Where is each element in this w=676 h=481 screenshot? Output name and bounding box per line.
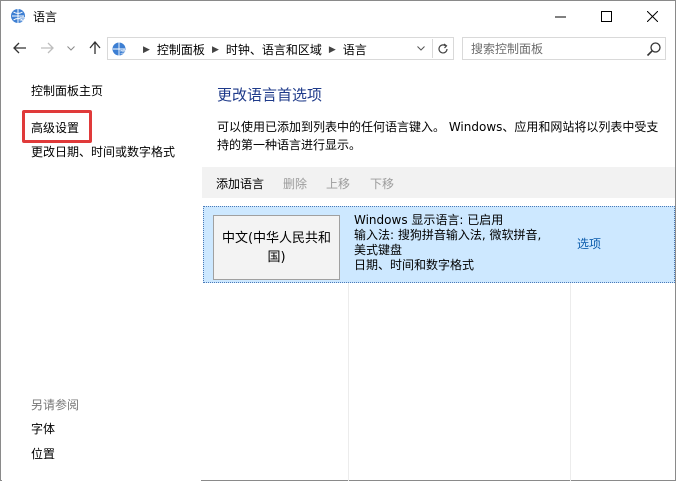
- close-button[interactable]: [629, 1, 675, 32]
- refresh-button[interactable]: [432, 39, 452, 58]
- close-icon: [646, 11, 658, 22]
- move-down-button[interactable]: 下移: [370, 175, 394, 192]
- svg-text:字: 字: [120, 48, 128, 58]
- move-up-button[interactable]: 上移: [326, 175, 350, 192]
- search-box[interactable]: [462, 37, 666, 60]
- chevron-down-icon: [67, 45, 75, 51]
- address-dropdown-button[interactable]: [414, 41, 428, 56]
- search-input[interactable]: [463, 38, 643, 59]
- input-methods-continued: 美式键盘: [354, 243, 403, 257]
- page-description: 可以使用已添加到列表中的任何语言键入。 Windows、应用和网站将以列表中受支…: [217, 120, 659, 152]
- breadcrumb-separator-icon: ▶: [328, 44, 336, 55]
- language-list-item[interactable]: 中文(中华人民共和国) Windows 显示语言: 已启用 输入法: 搜狗拼音输…: [203, 206, 675, 283]
- language-tile[interactable]: 中文(中华人民共和国): [213, 215, 340, 280]
- page-title: 更改语言首选项: [217, 86, 323, 104]
- breadcrumb-separator-icon: ▶: [211, 44, 219, 55]
- display-language-status: Windows 显示语言: 已启用: [354, 213, 504, 227]
- recent-locations-button[interactable]: [64, 38, 78, 58]
- window-title: 语言: [33, 10, 58, 24]
- minimize-button[interactable]: [537, 1, 583, 32]
- refresh-icon: [437, 43, 448, 53]
- remove-language-button[interactable]: 删除: [283, 175, 307, 192]
- main-content: 更改语言首选项 可以使用已添加到列表中的任何语言键入。 Windows、应用和网…: [201, 65, 675, 481]
- svg-text:字: 字: [19, 15, 27, 25]
- language-app-icon: 字: [11, 9, 27, 25]
- left-navigation-pane: 控制面板主页 高级设置 更改日期、时间或数字格式 另请参阅 字体 位置: [2, 65, 201, 481]
- back-button[interactable]: [10, 38, 30, 58]
- language-toolbar: 添加语言 删除 上移 下移: [202, 167, 675, 198]
- title-bar: 字 语言: [1, 1, 675, 32]
- language-window: 字 语言 字 ▶ 控制面板 ▶ 时钟、语言和区域 ▶ 语言 搜索控制面板 控制面…: [0, 0, 676, 481]
- location-link[interactable]: 位置: [31, 445, 55, 462]
- date-time-format: 日期、时间和数字格式: [354, 258, 475, 272]
- fonts-link[interactable]: 字体: [31, 420, 55, 437]
- language-name: 中文(中华人民共和国): [221, 230, 332, 265]
- minimize-icon: [554, 16, 566, 18]
- search-icon[interactable]: [646, 41, 662, 57]
- language-location-icon: 字: [112, 42, 128, 58]
- arrow-up-icon: [89, 41, 101, 54]
- breadcrumb-control-panel[interactable]: 控制面板: [157, 41, 205, 58]
- advanced-settings-link[interactable]: 高级设置: [31, 119, 79, 136]
- maximize-button[interactable]: [583, 1, 629, 32]
- breadcrumb-clock-language-region[interactable]: 时钟、语言和区域: [226, 41, 322, 58]
- breadcrumb-separator-icon: ▶: [143, 44, 150, 55]
- maximize-icon: [600, 11, 612, 22]
- address-bar[interactable]: 字 ▶ 控制面板 ▶ 时钟、语言和区域 ▶ 语言: [107, 37, 454, 60]
- language-options-link[interactable]: 选项: [577, 235, 601, 252]
- arrow-left-icon: [13, 42, 26, 54]
- add-language-button[interactable]: 添加语言: [216, 175, 264, 192]
- navigation-bar: 字 ▶ 控制面板 ▶ 时钟、语言和区域 ▶ 语言: [1, 32, 675, 64]
- forward-button[interactable]: [37, 38, 57, 58]
- see-also-heading: 另请参阅: [31, 398, 80, 412]
- input-methods: 输入法: 搜狗拼音输入法, 微软拼音,: [354, 228, 542, 242]
- chevron-down-icon: [417, 46, 425, 51]
- breadcrumb-language[interactable]: 语言: [343, 41, 367, 58]
- control-panel-home-link[interactable]: 控制面板主页: [31, 82, 103, 99]
- up-button[interactable]: [85, 38, 105, 58]
- language-details: Windows 显示语言: 已启用 输入法: 搜狗拼音输入法, 微软拼音, 美式…: [354, 213, 564, 273]
- change-date-time-format-link[interactable]: 更改日期、时间或数字格式: [31, 143, 175, 160]
- breadcrumb: ▶ 控制面板 ▶ 时钟、语言和区域 ▶ 语言: [136, 41, 367, 58]
- arrow-right-icon: [41, 42, 54, 54]
